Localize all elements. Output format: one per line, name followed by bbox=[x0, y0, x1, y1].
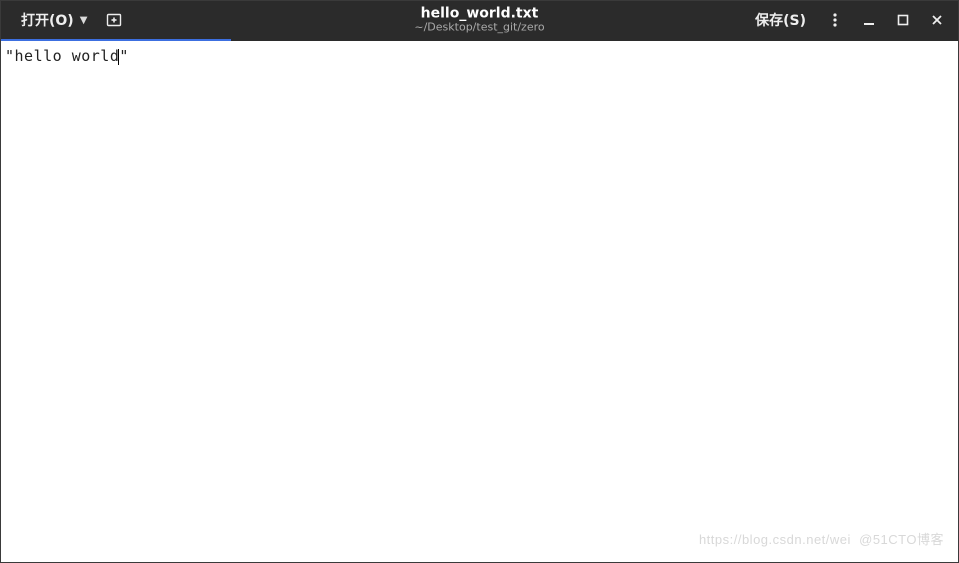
watermark-text: https://blog.csdn.net/wei @51CTO博客 bbox=[699, 529, 944, 548]
open-button[interactable]: 打开(O) ▼ bbox=[13, 6, 95, 34]
save-button-label: 保存(S) bbox=[755, 10, 806, 30]
close-icon bbox=[930, 13, 944, 27]
editor-area[interactable]: "hello world" https://blog.csdn.net/wei … bbox=[1, 41, 958, 562]
title-bar: 打开(O) ▼ hello_world.txt ~/Desktop/test_g… bbox=[1, 1, 958, 39]
open-button-label: 打开(O) bbox=[21, 10, 74, 30]
menu-button[interactable] bbox=[820, 6, 850, 34]
close-button[interactable] bbox=[922, 6, 952, 34]
minimize-button[interactable] bbox=[854, 6, 884, 34]
new-tab-button[interactable] bbox=[99, 6, 129, 34]
titlebar-right: 保存(S) bbox=[745, 6, 952, 34]
maximize-button[interactable] bbox=[888, 6, 918, 34]
menu-dots-icon bbox=[827, 12, 843, 28]
maximize-icon bbox=[896, 13, 910, 27]
titlebar-left: 打开(O) ▼ bbox=[13, 6, 129, 34]
minimize-icon bbox=[862, 13, 876, 27]
editor-text-before-cursor: "hello world bbox=[5, 47, 119, 65]
editor-text-after-cursor: " bbox=[119, 47, 129, 65]
file-title: hello_world.txt bbox=[421, 6, 539, 21]
titlebar-center: hello_world.txt ~/Desktop/test_git/zero bbox=[414, 6, 544, 33]
file-path: ~/Desktop/test_git/zero bbox=[414, 22, 544, 34]
new-tab-icon bbox=[106, 12, 122, 28]
chevron-down-icon: ▼ bbox=[80, 15, 88, 26]
save-button[interactable]: 保存(S) bbox=[745, 6, 816, 34]
gedit-window: 打开(O) ▼ hello_world.txt ~/Desktop/test_g… bbox=[0, 0, 959, 563]
